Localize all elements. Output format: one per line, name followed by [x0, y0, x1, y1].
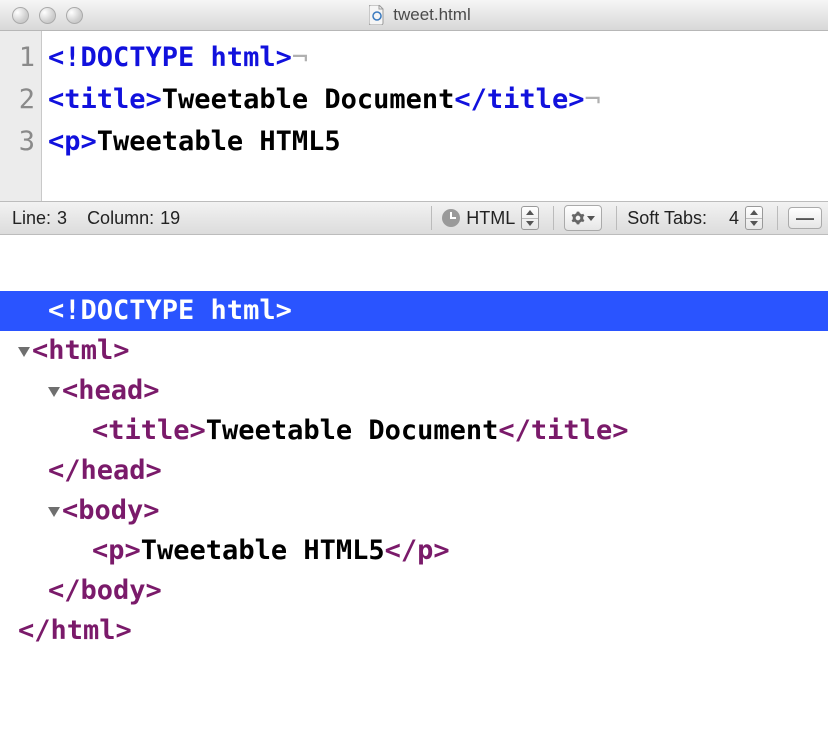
history-icon	[442, 209, 460, 227]
disclosure-triangle-icon[interactable]	[48, 387, 60, 397]
dom-tree-row[interactable]: <!DOCTYPE html>	[0, 291, 828, 331]
dom-tree-row[interactable]: <p>Tweetable HTML5</p>	[0, 531, 828, 571]
soft-tabs-value: 4	[729, 208, 739, 229]
line-number: 3	[0, 121, 35, 163]
window-controls	[0, 7, 102, 24]
dom-tree-row[interactable]: </head>	[0, 451, 828, 491]
cursor-column: Column: 19	[81, 206, 186, 230]
dom-tree-row[interactable]: <head>	[0, 371, 828, 411]
code-content[interactable]: <!DOCTYPE html>¬<title>Tweetable Documen…	[42, 31, 601, 201]
status-bar: Line: 3 Column: 19 HTML Soft Tabs: 4 —	[0, 201, 828, 235]
gear-icon	[571, 211, 585, 225]
line-number-gutter: 123	[0, 31, 42, 201]
chevron-down-icon	[587, 216, 595, 221]
collapse-button[interactable]: —	[788, 207, 822, 229]
soft-tabs-stepper[interactable]	[745, 206, 763, 230]
dom-inspector[interactable]: <!DOCTYPE html><html><head><title>Tweeta…	[0, 291, 828, 651]
dom-tree-row[interactable]: <title>Tweetable Document</title>	[0, 411, 828, 451]
line-number: 1	[0, 37, 35, 79]
zoom-icon[interactable]	[66, 7, 83, 24]
language-label: HTML	[466, 208, 515, 229]
dom-tree-row[interactable]: </body>	[0, 571, 828, 611]
document-icon	[369, 5, 385, 25]
close-icon[interactable]	[12, 7, 29, 24]
settings-menu[interactable]	[553, 206, 608, 230]
column-value: 19	[160, 208, 180, 229]
code-line[interactable]: <!DOCTYPE html>¬	[48, 37, 601, 79]
code-line[interactable]: <p>Tweetable HTML5	[48, 121, 601, 163]
line-number: 2	[0, 79, 35, 121]
language-stepper[interactable]	[521, 206, 539, 230]
disclosure-triangle-icon[interactable]	[18, 347, 30, 357]
dom-tree-row[interactable]: <html>	[0, 331, 828, 371]
line-label: Line:	[12, 208, 51, 229]
cursor-line: Line: 3	[6, 206, 73, 230]
disclosure-triangle-icon[interactable]	[48, 507, 60, 517]
language-selector[interactable]: HTML	[431, 206, 545, 230]
window-title: tweet.html	[393, 5, 470, 25]
window-titlebar: tweet.html	[0, 0, 828, 31]
soft-tabs-control[interactable]: Soft Tabs: 4	[616, 206, 769, 230]
dom-tree-row[interactable]: </html>	[0, 611, 828, 651]
code-line[interactable]: <title>Tweetable Document</title>¬	[48, 79, 601, 121]
code-editor[interactable]: 123 <!DOCTYPE html>¬<title>Tweetable Doc…	[0, 31, 828, 201]
dom-tree-row[interactable]: <body>	[0, 491, 828, 531]
soft-tabs-label: Soft Tabs:	[627, 208, 707, 229]
line-value: 3	[57, 208, 67, 229]
column-label: Column:	[87, 208, 154, 229]
minimize-icon[interactable]	[39, 7, 56, 24]
